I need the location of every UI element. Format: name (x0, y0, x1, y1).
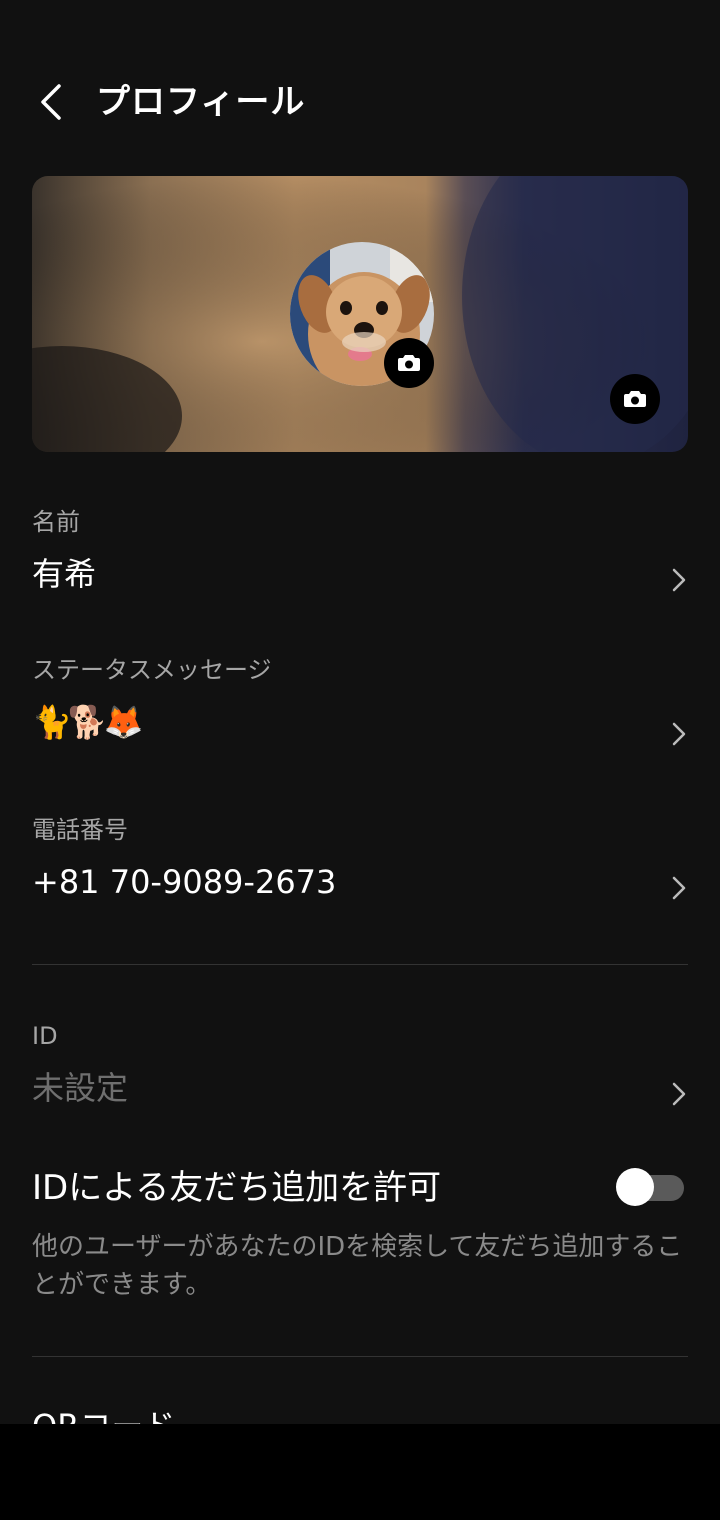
status-message-value: 🐈🐕🦊 (32, 703, 144, 741)
system-navigation-bar (0, 1424, 720, 1520)
qr-code-row[interactable]: QRコード (32, 1404, 175, 1424)
change-cover-button[interactable] (610, 374, 660, 424)
id-label: ID (32, 1022, 58, 1050)
chevron-right-icon (672, 722, 686, 746)
name-label: 名前 (32, 508, 80, 536)
section-divider (32, 964, 688, 965)
toggle-knob (616, 1168, 654, 1206)
camera-icon (624, 391, 646, 407)
chevron-right-icon (672, 876, 686, 900)
header: プロフィール (0, 60, 720, 144)
name-value: 有希 (32, 555, 97, 593)
cover-image[interactable] (32, 176, 688, 452)
camera-icon (398, 355, 420, 371)
id-row[interactable]: ID 未設定 (32, 1020, 688, 1120)
phone-row[interactable]: 電話番号 +81 70-9089-2673 (32, 814, 688, 914)
section-divider (32, 1356, 688, 1357)
id-friend-toggle[interactable] (616, 1168, 686, 1206)
change-avatar-button[interactable] (384, 338, 434, 388)
chevron-left-icon (41, 84, 61, 120)
chevron-right-icon (672, 568, 686, 592)
page-title: プロフィール (96, 82, 306, 122)
id-value: 未設定 (32, 1069, 129, 1107)
status-message-label: ステータスメッセージ (32, 656, 272, 684)
back-button[interactable] (28, 78, 76, 126)
chevron-right-icon (672, 1082, 686, 1106)
phone-value: +81 70-9089-2673 (32, 863, 337, 901)
id-friend-toggle-title: IDによる友だち追加を許可 (32, 1168, 442, 1208)
name-row[interactable]: 名前 有希 (32, 506, 688, 606)
id-friend-toggle-description: 他のユーザーがあなたのIDを検索して友だち追加することができます。 (32, 1232, 683, 1300)
status-message-row[interactable]: ステータスメッセージ 🐈🐕🦊 (32, 654, 688, 764)
profile-screen: プロフィール 名前 有希 ステータスメッセージ 🐈🐕🦊 電話番号 +81 70-… (0, 0, 720, 1424)
phone-label: 電話番号 (32, 816, 128, 844)
